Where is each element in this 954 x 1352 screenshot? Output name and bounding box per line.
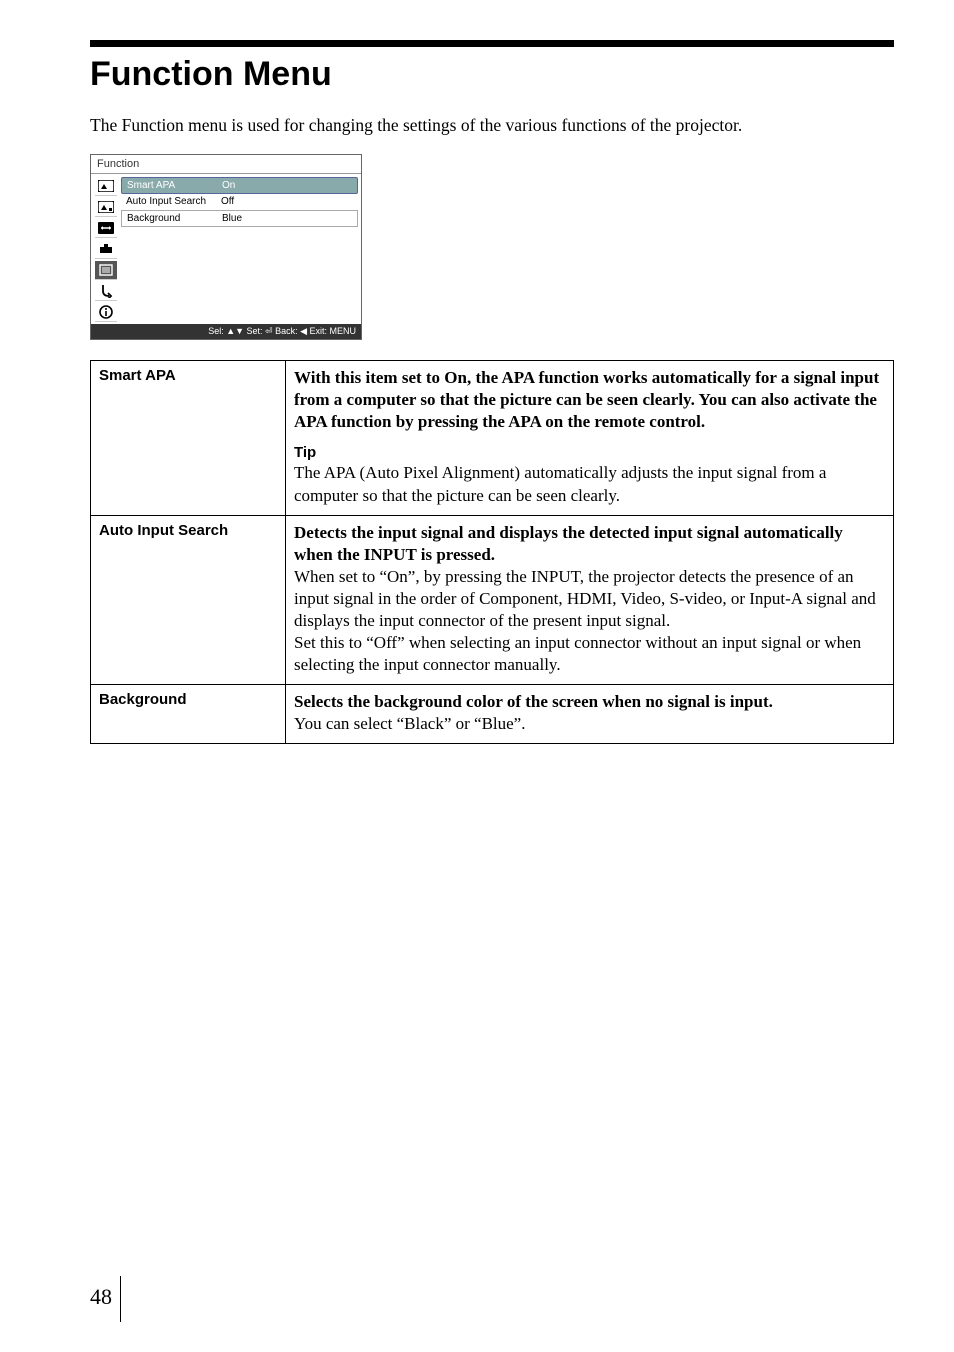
setting-lead: Selects the background color of the scre…: [294, 692, 773, 711]
settings-table: Smart APA With this item set to On, the …: [90, 360, 894, 745]
installation-icon: [95, 282, 117, 301]
setting-desc-auto-input-search: Detects the input signal and displays th…: [286, 515, 894, 685]
osd-row-value: Blue: [222, 213, 242, 224]
osd-row-smart-apa: Smart APA On: [121, 177, 358, 194]
osd-row-value: On: [222, 180, 235, 191]
osd-row-label: Auto Input Search: [126, 196, 221, 207]
osd-footer: Sel: ▲▼ Set: ⏎ Back: ◀ Exit: MENU: [91, 324, 361, 339]
page-title: Function Menu: [90, 55, 894, 94]
osd-menu-rows: Smart APA On Auto Input Search Off Backg…: [121, 174, 361, 324]
setting-name-smart-apa: Smart APA: [91, 360, 286, 515]
osd-row-label: Background: [127, 213, 222, 224]
setting-body: You can select “Black” or “Blue”.: [294, 714, 525, 733]
setting-desc-smart-apa: With this item set to On, the APA functi…: [286, 360, 894, 515]
setting-tip-body: The APA (Auto Pixel Alignment) automatic…: [294, 463, 826, 504]
table-row: Smart APA With this item set to On, the …: [91, 360, 894, 515]
osd-screenshot: Function: [90, 154, 362, 340]
table-row: Background Selects the background color …: [91, 685, 894, 744]
setting-name-background: Background: [91, 685, 286, 744]
setting-body: When set to “On”, by pressing the INPUT,…: [294, 567, 876, 674]
intro-paragraph: The Function menu is used for changing t…: [90, 114, 894, 138]
setup-icon: [95, 240, 117, 259]
setting-lead: With this item set to On, the APA functi…: [294, 368, 879, 431]
osd-row-value: Off: [221, 196, 234, 207]
tip-heading: Tip: [294, 443, 885, 463]
picture-adv-icon: [95, 198, 117, 217]
picture-icon: [95, 177, 117, 196]
osd-title: Function: [91, 155, 361, 174]
info-icon: [95, 303, 117, 322]
setting-name-auto-input-search: Auto Input Search: [91, 515, 286, 685]
osd-row-label: Smart APA: [127, 180, 222, 191]
page-number: 48: [90, 1276, 121, 1322]
osd-row-background: Background Blue: [121, 210, 358, 227]
function-icon: [95, 261, 117, 280]
setting-desc-background: Selects the background color of the scre…: [286, 685, 894, 744]
osd-sidebar-icons: [91, 174, 121, 324]
osd-row-auto-input-search: Auto Input Search Off: [121, 194, 358, 209]
screen-icon: [95, 219, 117, 238]
table-row: Auto Input Search Detects the input sign…: [91, 515, 894, 685]
heading-rule: [90, 40, 894, 47]
setting-lead: Detects the input signal and displays th…: [294, 523, 843, 564]
